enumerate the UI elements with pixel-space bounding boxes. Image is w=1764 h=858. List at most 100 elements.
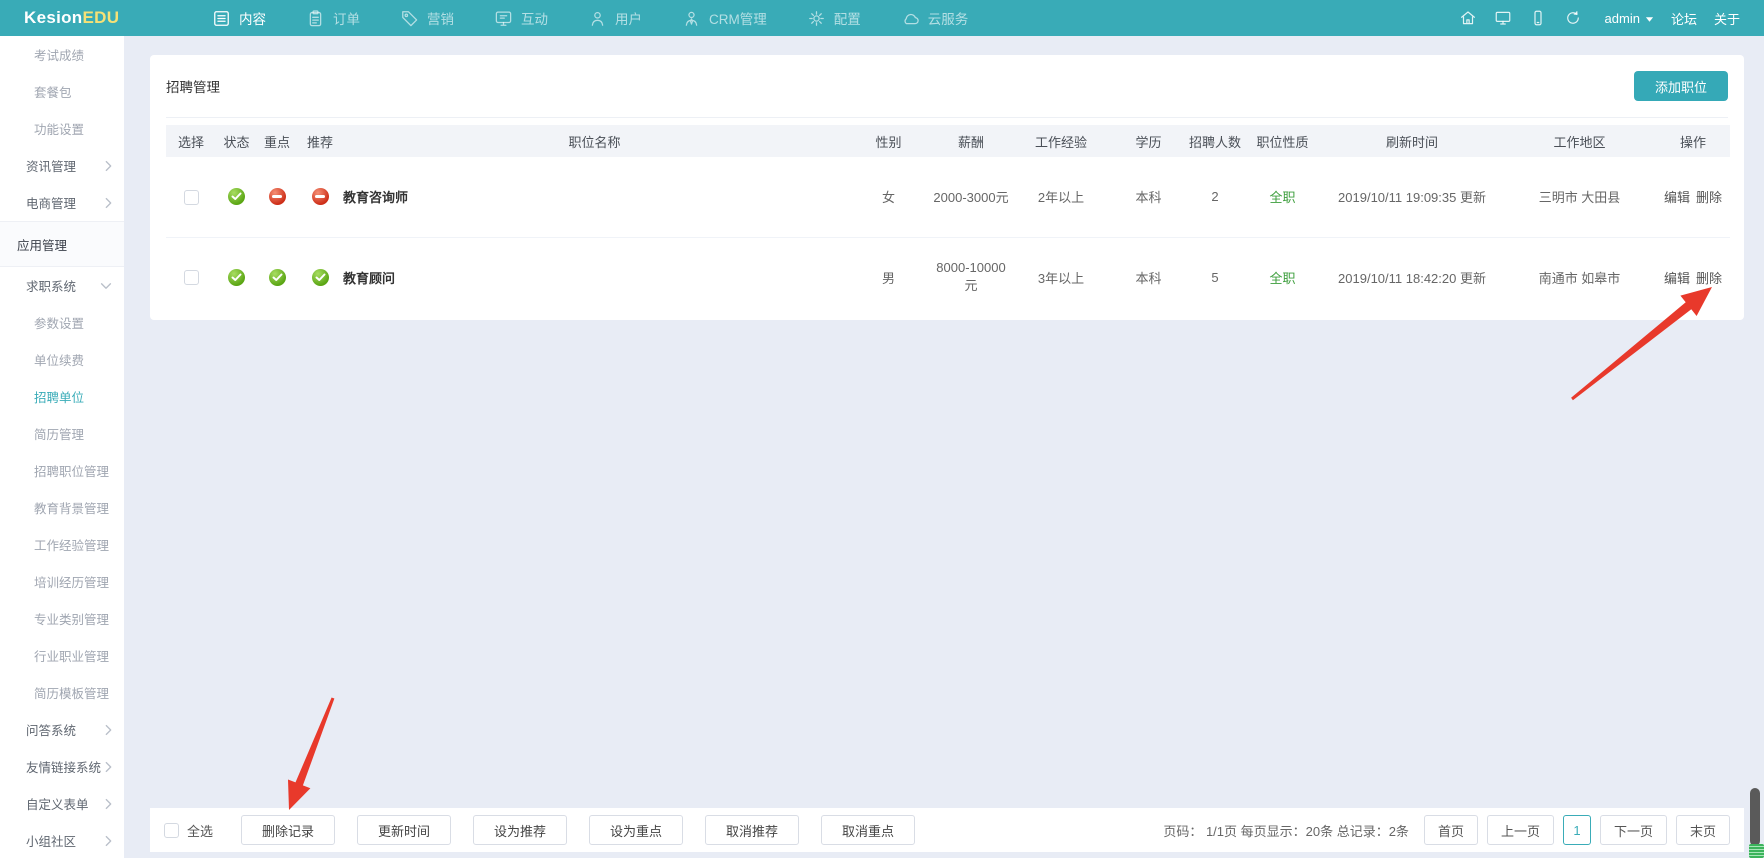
edit-link[interactable]: 编辑 [1664,271,1690,286]
nav-item-配置[interactable]: 配置 [807,0,861,36]
sidebar-item-label: 功能设置 [34,119,84,138]
work-area-cell: 三明市 大田县 [1503,157,1656,237]
sidebar-item-label: 专业类别管理 [34,609,109,628]
admin-username: admin [1605,11,1640,26]
column-header-状态: 状态 [216,125,257,157]
recommended-cell [297,157,343,237]
nav-item-CRM管理[interactable]: CRM管理 [682,0,767,36]
sidebar-item-资讯管理[interactable]: 资讯管理 [0,147,124,184]
sidebar-item-工作经验管理[interactable]: 工作经验管理 [0,526,124,563]
refresh-icon[interactable] [1564,9,1582,27]
sidebar-item-招聘单位[interactable]: 招聘单位 [0,378,124,415]
select-all-checkbox[interactable] [164,823,179,838]
sidebar-item-招聘职位管理[interactable]: 招聘职位管理 [0,452,124,489]
salary-cell: 2000-3000元 [931,157,1011,237]
positions-table: 选择状态重点推荐职位名称性别薪酬工作经验学历招聘人数职位性质刷新时间工作地区操作… [166,125,1730,317]
sidebar-item-功能设置[interactable]: 功能设置 [0,110,124,147]
nav-item-营销[interactable]: 营销 [400,0,454,36]
status-minus-icon[interactable] [269,188,286,205]
job-nature-link[interactable]: 全职 [1269,271,1295,286]
headcount-cell: 5 [1186,237,1244,317]
edit-link[interactable]: 编辑 [1664,190,1690,205]
about-link[interactable]: 关于 [1714,9,1740,28]
forum-link[interactable]: 论坛 [1671,9,1697,28]
sidebar-item-友情链接系统[interactable]: 友情链接系统 [0,748,124,785]
sidebar-item-套餐包[interactable]: 套餐包 [0,73,124,110]
sidebar-item-单位续费[interactable]: 单位续费 [0,341,124,378]
sidebar-item-简历模板管理[interactable]: 简历模板管理 [0,674,124,711]
sidebar-item-label: 电商管理 [26,193,76,212]
operations-cell: 编辑删除 [1656,237,1730,317]
chevron-right-icon [105,724,112,736]
cancel-important-button[interactable]: 取消重点 [821,815,915,845]
column-header-性别: 性别 [846,125,931,157]
status-check-icon[interactable] [228,188,245,205]
column-header-学历: 学历 [1111,125,1186,157]
recommended-cell [297,237,343,317]
sidebar-item-label: 简历模板管理 [34,683,109,702]
vertical-scrollbar-thumb[interactable] [1750,788,1760,846]
column-header-重点: 重点 [257,125,297,157]
delete-link[interactable]: 删除 [1696,271,1722,286]
row-checkbox[interactable] [184,270,199,285]
page-title: 招聘管理 [166,76,220,96]
mobile-icon[interactable] [1529,9,1547,27]
top-navbar: KesionEDU 内容 订单 营销 互动 用户 CRM管理 配置 云服务 admin 论坛关… [0,0,1764,36]
important-cell [257,237,297,317]
sidebar-item-考试成绩[interactable]: 考试成绩 [0,36,124,73]
gender-cell: 男 [846,237,931,317]
sidebar-item-简历管理[interactable]: 简历管理 [0,415,124,452]
delete-link[interactable]: 删除 [1696,190,1722,205]
cancel-recommend-button[interactable]: 取消推荐 [705,815,799,845]
page-number-button[interactable]: 1 [1563,815,1591,845]
last-page-button[interactable]: 末页 [1676,815,1730,845]
status-check-icon[interactable] [228,269,245,286]
position-name: 教育顾问 [343,237,846,317]
sidebar-item-培训经历管理[interactable]: 培训经历管理 [0,563,124,600]
column-header-工作地区: 工作地区 [1503,125,1656,157]
sidebar-item-参数设置[interactable]: 参数设置 [0,304,124,341]
next-page-button[interactable]: 下一页 [1600,815,1667,845]
nav-item-云服务[interactable]: 云服务 [901,0,969,36]
home-icon[interactable] [1459,9,1477,27]
job-nature-link[interactable]: 全职 [1269,190,1295,205]
sidebar-item-应用管理[interactable]: 应用管理 [0,221,124,267]
set-recommend-button[interactable]: 设为推荐 [473,815,567,845]
app-logo[interactable]: KesionEDU [0,8,150,28]
status-check-icon[interactable] [269,269,286,286]
sidebar-item-小组社区[interactable]: 小组社区 [0,822,124,858]
nav-item-用户[interactable]: 用户 [588,0,642,36]
status-minus-icon[interactable] [312,188,329,205]
delete-records-button[interactable]: 删除记录 [241,815,335,845]
prev-page-button[interactable]: 上一页 [1487,815,1554,845]
nav-item-label: 用户 [615,8,642,28]
sidebar-item-label: 自定义表单 [26,794,89,813]
table-row: 教育咨询师女2000-3000元2年以上本科2全职2019/10/11 19:0… [166,157,1730,237]
add-position-button[interactable]: 添加职位 [1634,71,1728,101]
status-check-icon[interactable] [312,269,329,286]
nav-item-互动[interactable]: 互动 [494,0,548,36]
sidebar-item-label: 小组社区 [26,831,76,850]
set-important-button[interactable]: 设为重点 [589,815,683,845]
sidebar-item-问答系统[interactable]: 问答系统 [0,711,124,748]
sidebar-item-专业类别管理[interactable]: 专业类别管理 [0,600,124,637]
first-page-button[interactable]: 首页 [1424,815,1478,845]
nav-item-订单[interactable]: 订单 [306,0,360,36]
headcount-cell: 2 [1186,157,1244,237]
update-time-button[interactable]: 更新时间 [357,815,451,845]
sidebar-item-label: 参数设置 [34,313,84,332]
sidebar-item-电商管理[interactable]: 电商管理 [0,184,124,221]
nav-item-内容[interactable]: 内容 [212,0,266,36]
pagination-info: 页码： 1/1页 每页显示：20条 总记录：2条 [1163,821,1409,840]
desktop-icon[interactable] [1494,9,1512,27]
sidebar-item-行业职业管理[interactable]: 行业职业管理 [0,637,124,674]
operations-cell: 编辑删除 [1656,157,1730,237]
sidebar-item-教育背景管理[interactable]: 教育背景管理 [0,489,124,526]
sidebar-item-求职系统[interactable]: 求职系统 [0,267,124,304]
admin-menu[interactable]: admin [1605,11,1654,26]
row-checkbox[interactable] [184,190,199,205]
position-name: 教育咨询师 [343,157,846,237]
user-icon [588,9,607,28]
nav-item-label: 订单 [333,8,360,28]
sidebar-item-自定义表单[interactable]: 自定义表单 [0,785,124,822]
